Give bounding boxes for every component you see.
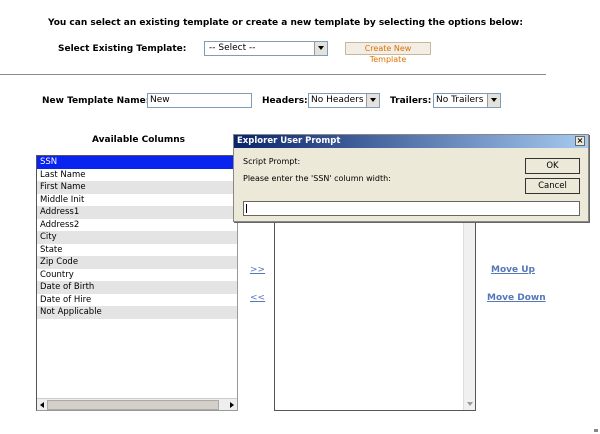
list-item[interactable]: Last Name bbox=[37, 169, 237, 182]
list-item[interactable]: Country bbox=[37, 269, 237, 282]
list-item[interactable]: Address2 bbox=[37, 219, 237, 232]
headers-select[interactable]: No Headers bbox=[308, 93, 380, 108]
chevron-down-icon[interactable] bbox=[314, 42, 327, 55]
chevron-down-icon[interactable] bbox=[366, 94, 379, 107]
template-name-label: New Template Name: bbox=[42, 96, 150, 106]
prompt-dialog: Explorer User Prompt × Script Prompt: Pl… bbox=[233, 134, 589, 222]
vertical-scrollbar[interactable] bbox=[463, 211, 475, 410]
select-template-label: Select Existing Template: bbox=[58, 44, 187, 54]
move-up-link[interactable]: Move Up bbox=[491, 265, 535, 275]
chevron-down-icon[interactable] bbox=[487, 94, 500, 107]
ok-button[interactable]: OK bbox=[525, 158, 580, 174]
instruction-text: You can select an existing template or c… bbox=[48, 18, 523, 28]
move-down-link[interactable]: Move Down bbox=[487, 293, 546, 303]
trailers-label: Trailers: bbox=[390, 96, 432, 106]
list-item[interactable]: First Name bbox=[37, 181, 237, 194]
create-template-button[interactable]: Create New Template bbox=[345, 42, 431, 64]
dialog-prompt-text: Please enter the 'SSN' column width: bbox=[243, 174, 391, 183]
list-item[interactable]: SSN bbox=[37, 156, 237, 169]
headers-select-value: No Headers bbox=[311, 95, 364, 105]
template-select-value: -- Select -- bbox=[209, 43, 256, 53]
dialog-title: Explorer User Prompt bbox=[237, 136, 341, 146]
dialog-input[interactable] bbox=[243, 201, 580, 216]
headers-label: Headers: bbox=[262, 96, 308, 106]
remove-column-button[interactable]: << bbox=[250, 293, 265, 303]
arrow-left-icon[interactable] bbox=[40, 402, 44, 408]
list-item[interactable]: Date of Hire bbox=[37, 294, 237, 307]
template-select[interactable]: -- Select -- bbox=[204, 41, 328, 56]
template-name-input[interactable]: New bbox=[147, 93, 252, 108]
list-item[interactable]: Address1 bbox=[37, 206, 237, 219]
list-item[interactable]: Zip Code bbox=[37, 256, 237, 269]
corner-mark bbox=[594, 429, 598, 432]
arrow-right-icon[interactable] bbox=[230, 402, 234, 408]
trailers-select-value: No Trailers bbox=[436, 95, 484, 105]
add-column-button[interactable]: >> bbox=[250, 265, 265, 275]
list-item[interactable]: City bbox=[37, 231, 237, 244]
arrow-down-icon[interactable] bbox=[467, 402, 473, 406]
list-item[interactable]: State bbox=[37, 244, 237, 257]
divider bbox=[0, 74, 546, 75]
trailers-select[interactable]: No Trailers bbox=[433, 93, 501, 108]
list-item[interactable]: Date of Birth bbox=[37, 281, 237, 294]
dialog-titlebar: Explorer User Prompt × bbox=[234, 135, 588, 148]
horizontal-scrollbar[interactable] bbox=[37, 398, 237, 410]
close-icon[interactable]: × bbox=[575, 136, 585, 146]
list-item[interactable]: Middle Init bbox=[37, 194, 237, 207]
available-columns-list[interactable]: SSN Last Name First Name Middle Init Add… bbox=[36, 155, 238, 411]
selected-columns-list[interactable] bbox=[274, 210, 476, 411]
available-columns-title: Available Columns bbox=[92, 135, 186, 145]
scrollbar-thumb[interactable] bbox=[47, 400, 219, 410]
dialog-prompt-label: Script Prompt: bbox=[243, 157, 301, 166]
cancel-button[interactable]: Cancel bbox=[525, 178, 580, 194]
list-item[interactable]: Not Applicable bbox=[37, 306, 237, 319]
